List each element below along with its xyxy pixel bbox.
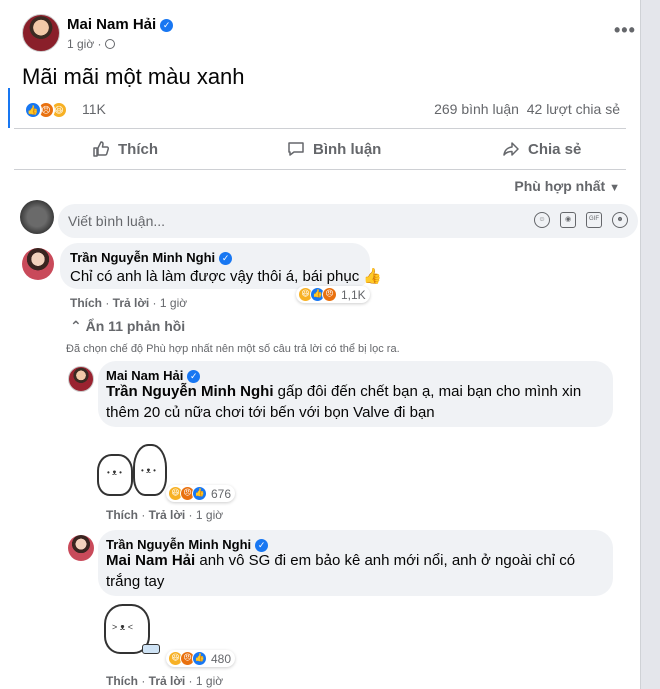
current-user-avatar [20,200,54,234]
divider [14,169,626,170]
post-stats: 269 bình luận 42 lượt chia sẻ [434,101,620,117]
reaction-count[interactable]: 11K [82,101,106,117]
comment-text: Chỉ có anh là làm được vậy thôi á, bái p… [70,268,383,285]
comment-reactions[interactable]: 😆 👍 😠 1,1K [296,286,370,303]
sticker-icon[interactable]: ☻ [612,212,628,228]
like-link[interactable]: Thích [106,674,138,688]
caret-down-icon: ▼ [609,182,620,194]
comment-meta: Thích · Trả lời · 1 giờ [70,296,188,310]
gif-icon[interactable]: GIF [586,212,602,228]
reaction-icons[interactable]: 👍 😠 😆 [24,101,76,119]
share-icon [503,142,519,156]
verified-badge-icon: ✓ [160,19,174,32]
reply-time[interactable]: 1 giờ [196,508,223,522]
reply-avatar[interactable] [68,535,94,561]
reply-time[interactable]: 1 giờ [196,674,223,688]
like-reaction-icon: 👍 [24,101,42,119]
shares-count[interactable]: 42 lượt chia sẻ [527,101,620,117]
post-time[interactable]: 1 giờ · [67,37,115,51]
filter-notice: Đã chọn chế độ Phù hợp nhất nên một số c… [66,343,400,355]
sort-dropdown[interactable]: Phù hợp nhất ▼ [514,178,620,194]
comments-count[interactable]: 269 bình luận [434,101,519,117]
divider [14,128,626,129]
like-link[interactable]: Thích [70,296,102,310]
comment-placeholder: Viết bình luận... [68,213,166,229]
post-card: Mai Nam Hải ✓ 1 giờ · ••• Mãi mãi một màu… [0,0,641,689]
reply-text: Mai Nam Hải anh vô SG đi em bảo kê anh m… [106,552,576,590]
verified-badge-icon: ✓ [219,252,233,265]
commenter-avatar[interactable] [22,248,54,280]
camera-icon[interactable]: ◉ [560,212,576,228]
share-button[interactable]: Chia sẻ [502,138,581,160]
post-text: Mãi mãi một màu xanh [22,64,245,89]
angry-reaction-icon: 😠 [322,287,337,302]
reply-reactions[interactable]: 😆 😠 👍 676 [166,485,236,502]
comment-input[interactable]: Viết bình luận... ☺ ◉ GIF ☻ [58,204,638,238]
author-avatar[interactable] [22,14,60,52]
reply-meta: Thích · Trả lời · 1 giờ [106,508,224,522]
comment-time[interactable]: 1 giờ [160,296,187,310]
like-reaction-icon: 👍 [192,486,207,501]
reaction-count: 676 [211,486,232,501]
reply-link[interactable]: Trả lời [149,674,186,688]
reply-reactions[interactable]: 😆 😠 👍 480 [166,650,236,667]
reply-bubble: Trần Nguyễn Minh Nghi ✓ Mai Nam Hải anh v… [98,530,613,596]
mention-link[interactable]: Trần Nguyễn Minh Nghi [106,383,274,400]
comment-author[interactable]: Trần Nguyễn Minh Nghi ✓ [70,250,233,265]
like-button[interactable]: Thích [92,138,158,160]
comment-bubble: Trần Nguyễn Minh Nghi ✓ Chỉ có anh là làm… [60,243,382,289]
reply-link[interactable]: Trả lời [113,296,150,310]
chevron-up-icon: ⌃ [70,318,82,334]
reaction-count: 1,1K [341,287,366,302]
reaction-count: 480 [211,651,232,666]
thumbs-up-icon [93,141,110,157]
globe-icon [104,39,115,49]
reply-link[interactable]: Trả lời [149,508,186,522]
reply-avatar[interactable] [68,366,94,392]
post-author[interactable]: Mai Nam Hải ✓ [67,16,174,33]
comment-button[interactable]: Bình luận [287,138,381,160]
focus-indicator [8,88,10,128]
cat-sticker: • ᴥ • • ᴥ • [95,440,175,502]
hide-replies-button[interactable]: ⌃ Ẩn 11 phản hồi [70,318,185,335]
like-link[interactable]: Thích [106,508,138,522]
cat-sticker: > ᴥ < [98,600,168,666]
reply-bubble: Mai Nam Hải ✓ Trần Nguyễn Minh Nghi gấp đ… [98,361,613,427]
like-reaction-icon: 👍 [192,651,207,666]
more-options-icon[interactable]: ••• [614,20,636,41]
emoji-icon[interactable]: ☺ [534,212,550,228]
reply-text: Trần Nguyễn Minh Nghi gấp đôi đến chết b… [106,383,582,421]
comment-icon [288,142,304,156]
mention-link[interactable]: Mai Nam Hải [106,552,195,569]
reply-meta: Thích · Trả lời · 1 giờ [106,674,224,688]
